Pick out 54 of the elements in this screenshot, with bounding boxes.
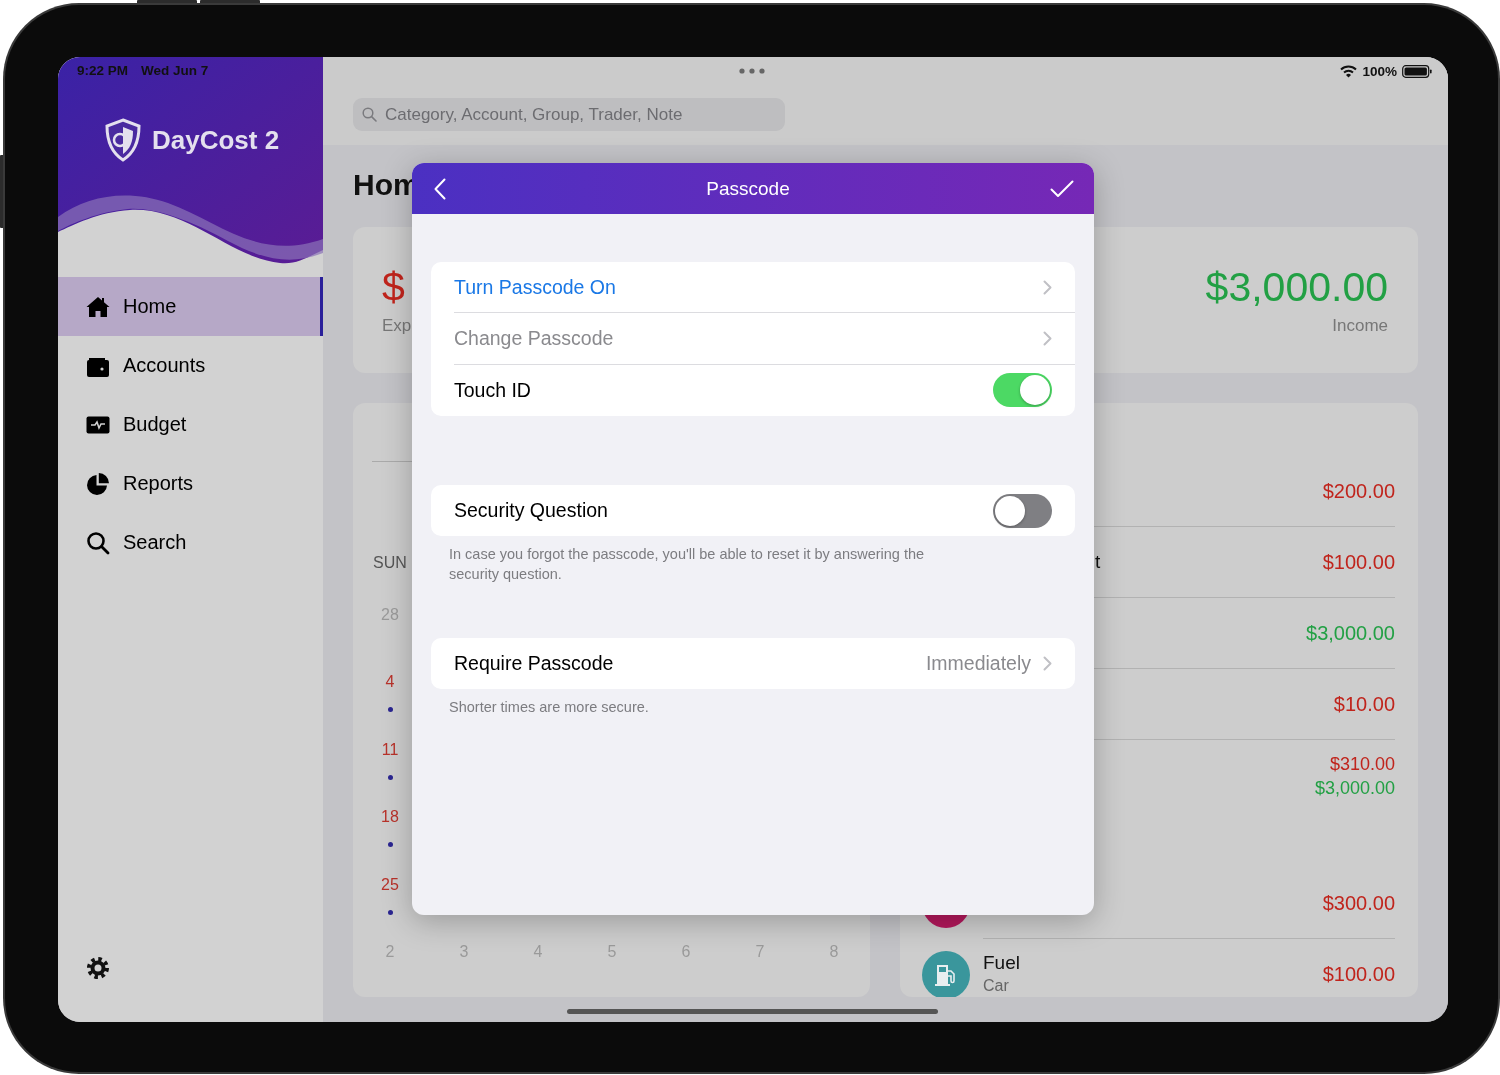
- settings-row[interactable]: Turn Passcode On: [431, 262, 1075, 314]
- amount: $3,000.00: [1306, 621, 1395, 645]
- pulse-card-icon: [86, 415, 110, 434]
- setting-value: Immediately: [925, 652, 1031, 676]
- amount: $310.00: [1329, 753, 1395, 776]
- sidebar-item[interactable]: Budget: [58, 395, 323, 454]
- battery-icon: [1402, 64, 1432, 78]
- shield-logo-icon: [104, 118, 142, 162]
- setting-label: Touch ID: [454, 378, 531, 402]
- sidebar-item[interactable]: Search: [58, 513, 323, 572]
- home-icon: [86, 295, 110, 318]
- search-icon: [86, 530, 110, 555]
- app-name: DayCost 2: [152, 124, 280, 156]
- transaction-title: Fuel: [983, 951, 1020, 975]
- group-footer-text: Shorter times are more secure.: [448, 698, 650, 718]
- income-amount: $3,000.00: [1205, 264, 1388, 310]
- amount: $100.00: [1322, 962, 1395, 986]
- amount: $100.00: [1322, 550, 1395, 574]
- setting-label: Security Question: [454, 499, 608, 523]
- chevron-icon: [1043, 656, 1052, 672]
- calendar-day[interactable]: 18: [381, 805, 399, 830]
- toggle-switch[interactable]: [993, 373, 1052, 408]
- status-date: Wed Jun 7: [141, 63, 209, 78]
- transaction-title: t: [1095, 550, 1101, 574]
- multitasking-dots-icon[interactable]: [739, 68, 765, 74]
- toggle-switch[interactable]: [993, 493, 1052, 528]
- weekday-label: SUN: [372, 553, 408, 573]
- income-label: Income: [1332, 316, 1388, 336]
- amount: $3,000.00: [1314, 777, 1395, 800]
- chevron-icon: [1043, 331, 1052, 347]
- expense-amount: $: [382, 264, 406, 310]
- calendar-day[interactable]: 25: [381, 872, 399, 897]
- group-footer-text: In case you forgot the passcode, you'll be able to reset it by answering the security question.: [448, 545, 926, 584]
- sidebar-item[interactable]: Reports: [58, 454, 323, 513]
- transaction-row[interactable]: Fuel Car $100.00: [900, 939, 1418, 997]
- amount: $300.00: [1322, 891, 1395, 915]
- amount: $200.00: [1322, 479, 1395, 503]
- wifi-icon: [1340, 64, 1358, 78]
- transaction-subtitle: Car: [983, 976, 1010, 996]
- settings-row[interactable]: Require Passcode Immediately: [431, 638, 1075, 690]
- settings-icon[interactable]: [86, 956, 110, 980]
- search-field[interactable]: Category, Account, Group, Trader, Note: [353, 98, 785, 131]
- calendar-day[interactable]: 11: [381, 737, 399, 762]
- amount: $10.00: [1333, 692, 1395, 716]
- battery-percent: 100%: [1362, 63, 1397, 79]
- status-time: 9:22 PM: [77, 63, 129, 78]
- sheet-title: Passcode: [706, 177, 790, 200]
- chevron-icon: [1043, 280, 1052, 296]
- sidebar-item[interactable]: Accounts: [58, 336, 323, 395]
- calendar-day[interactable]: 4: [385, 670, 395, 695]
- pie-chart-icon: [86, 471, 110, 496]
- sidebar-item[interactable]: Home: [58, 277, 323, 336]
- expense-label: Exp: [382, 316, 412, 336]
- search-icon: [362, 107, 377, 122]
